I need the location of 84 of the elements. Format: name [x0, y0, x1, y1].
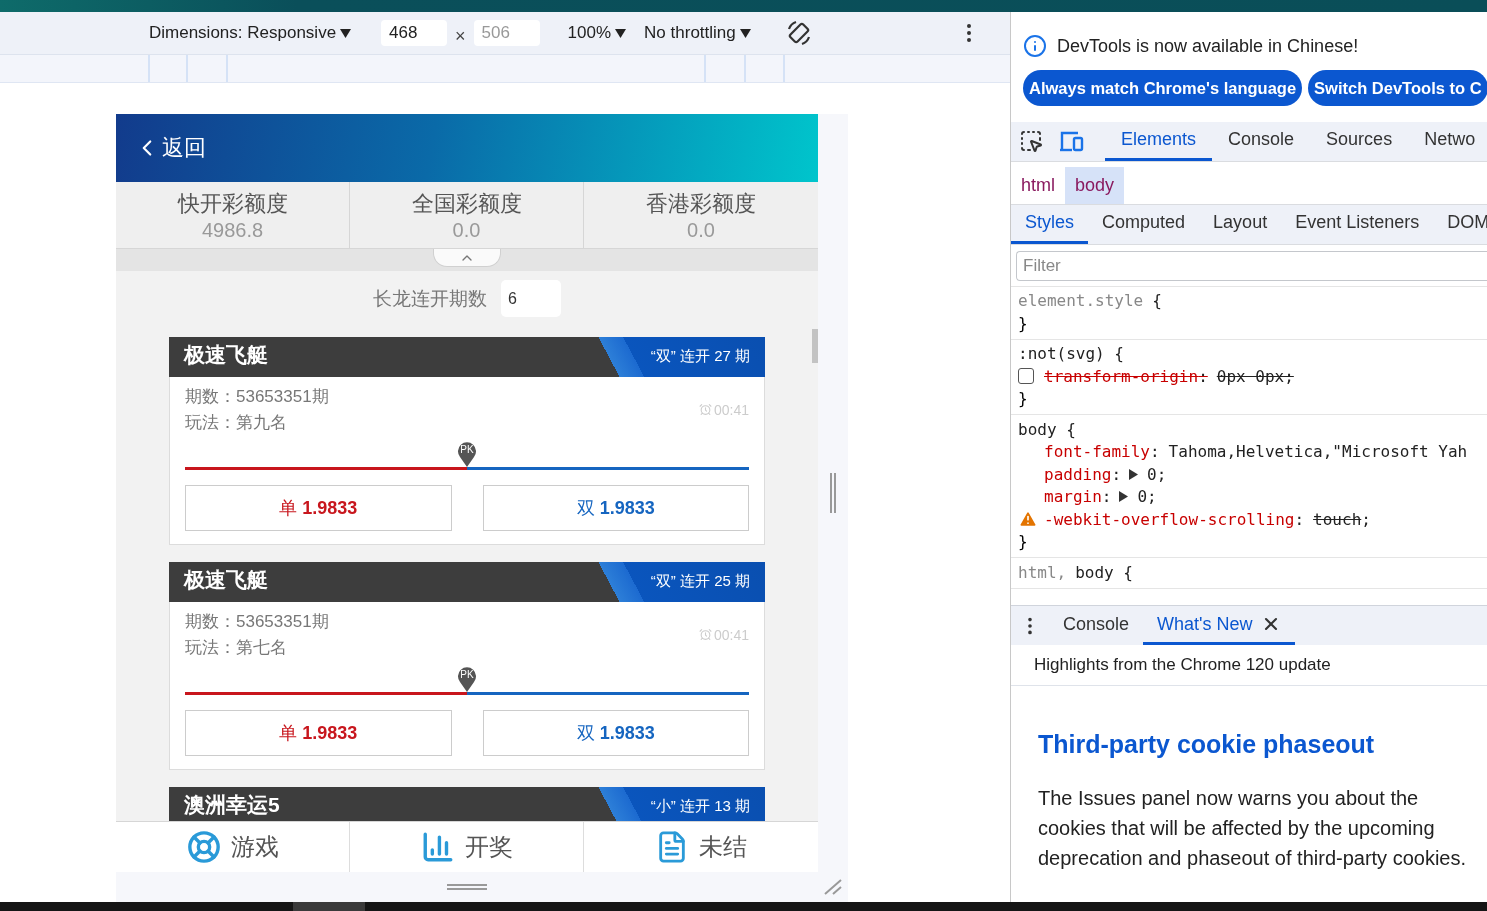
- game-title: 极速飞艇: [184, 568, 268, 592]
- checkbox[interactable]: [1018, 368, 1034, 385]
- pane-tab[interactable]: Styles: [1011, 204, 1089, 244]
- balance-value: 0.0: [687, 218, 715, 242]
- streak-count-field[interactable]: 6: [501, 280, 561, 317]
- css-selector: html,: [1018, 562, 1067, 582]
- back-button[interactable]: 返回: [134, 133, 206, 163]
- balance-value: 4986.8: [201, 218, 264, 242]
- css-brace: }: [1018, 313, 1028, 333]
- css-selector: body {: [1075, 562, 1133, 582]
- info-icon: [1023, 34, 1047, 58]
- css-property: font-family:: [1044, 442, 1160, 462]
- throttling-dropdown[interactable]: No throttling: [644, 23, 751, 43]
- panel-tab[interactable]: Elements: [1105, 121, 1213, 161]
- issue-number: 期数：53653351期: [185, 611, 329, 633]
- css-value: 0;: [1147, 464, 1167, 484]
- alarm-icon: [698, 628, 712, 641]
- scrollbar-thumb[interactable]: [812, 329, 818, 363]
- dimensions-dropdown[interactable]: Dimensions: Responsive: [149, 23, 352, 43]
- panel-tab[interactable]: Netwo: [1408, 121, 1487, 161]
- css-brace: }: [1018, 532, 1028, 552]
- css-value: 0px 0px;: [1216, 366, 1294, 386]
- css-property: padding:: [1044, 464, 1122, 484]
- css-selector: {: [1152, 291, 1162, 311]
- language-button[interactable]: Switch DevTools to C: [1308, 70, 1487, 106]
- panel-tab[interactable]: Sources: [1310, 121, 1409, 161]
- odds-button[interactable]: 双 1.9833: [482, 710, 749, 756]
- odds-button[interactable]: 单 1.9833: [185, 710, 452, 756]
- lifebuoy-icon: [186, 830, 221, 864]
- balance-label: 全国彩额度: [411, 189, 522, 218]
- resize-handle[interactable]: [829, 473, 837, 513]
- zoom-dropdown[interactable]: 100%: [567, 23, 627, 43]
- expand-triangle-icon[interactable]: [1129, 468, 1139, 480]
- odds-button[interactable]: 单 1.9833: [185, 485, 452, 531]
- drawer-tab[interactable]: What's New: [1143, 606, 1295, 646]
- css-selector: body {: [1018, 419, 1076, 439]
- times-sign: ×: [455, 25, 466, 47]
- width-field[interactable]: 468: [381, 20, 448, 46]
- game-title: 澳洲幸运5: [184, 793, 280, 817]
- pk-marker: PK: [457, 666, 477, 692]
- pane-tab[interactable]: Event Listeners: [1281, 204, 1434, 244]
- panel-tab[interactable]: Console: [1212, 121, 1311, 161]
- css-value: Tahoma,Helvetica,"Microsoft Yah: [1168, 442, 1468, 462]
- taskbar-segment: [293, 902, 365, 911]
- css-brace: }: [1018, 389, 1028, 409]
- play-type: 玩法：第七名: [185, 637, 288, 659]
- pk-marker: PK: [457, 441, 477, 467]
- caret-icon: [340, 28, 352, 38]
- drawer-tab[interactable]: Console: [1049, 606, 1144, 646]
- css-property: transform-origin:: [1044, 366, 1208, 386]
- balance-label: 香港彩额度: [646, 189, 756, 218]
- css-property: margin:: [1044, 487, 1112, 507]
- breadcrumb[interactable]: html: [1011, 166, 1065, 204]
- css-property: -webkit-overflow-scrolling:: [1044, 509, 1305, 529]
- css-selector: :not(svg) {: [1018, 344, 1124, 364]
- streak-text: “小” 连开 13 期: [650, 798, 750, 815]
- pane-tab[interactable]: Computed: [1088, 204, 1200, 244]
- resize-handle[interactable]: [447, 883, 487, 891]
- game-title: 极速飞艇: [184, 343, 268, 367]
- odds-button[interactable]: 双 1.9833: [482, 485, 749, 531]
- article-heading: Third-party cookie phaseout: [1038, 730, 1376, 760]
- streak-filter-label: 长龙连开期数: [373, 286, 487, 311]
- css-selector: element.style: [1018, 291, 1144, 311]
- article-text: The Issues panel now warns you about the cookies that will be affected by the upcoming deprecation and phaseout of third-party cookies.: [1038, 786, 1468, 872]
- balance-value: 0.0: [452, 218, 481, 242]
- streak-text: “双” 连开 25 期: [650, 573, 750, 590]
- alarm-icon: [698, 403, 712, 416]
- expand-triangle-icon[interactable]: [1119, 491, 1129, 503]
- streak-text: “双” 连开 27 期: [650, 348, 750, 365]
- pane-tab[interactable]: DOM: [1433, 204, 1487, 244]
- css-value: touch;: [1313, 509, 1371, 529]
- caret-icon: [739, 28, 751, 38]
- pane-tab[interactable]: Layout: [1199, 204, 1282, 244]
- breadcrumb[interactable]: body: [1065, 166, 1125, 204]
- whats-new-subtitle: Highlights from the Chrome 120 update: [1011, 645, 1487, 687]
- issue-number: 期数：53653351期: [185, 386, 329, 408]
- play-type: 玩法：第九名: [185, 412, 288, 434]
- language-button[interactable]: Always match Chrome's language: [1023, 70, 1303, 106]
- balance-label: 快开彩额度: [177, 189, 288, 218]
- css-value: 0;: [1137, 487, 1157, 507]
- corner-resize-icon[interactable]: [823, 878, 843, 896]
- caret-icon: [615, 28, 627, 38]
- filter-field[interactable]: Filter: [1016, 250, 1487, 281]
- notice-text: DevTools is now available in Chinese!: [1057, 35, 1359, 57]
